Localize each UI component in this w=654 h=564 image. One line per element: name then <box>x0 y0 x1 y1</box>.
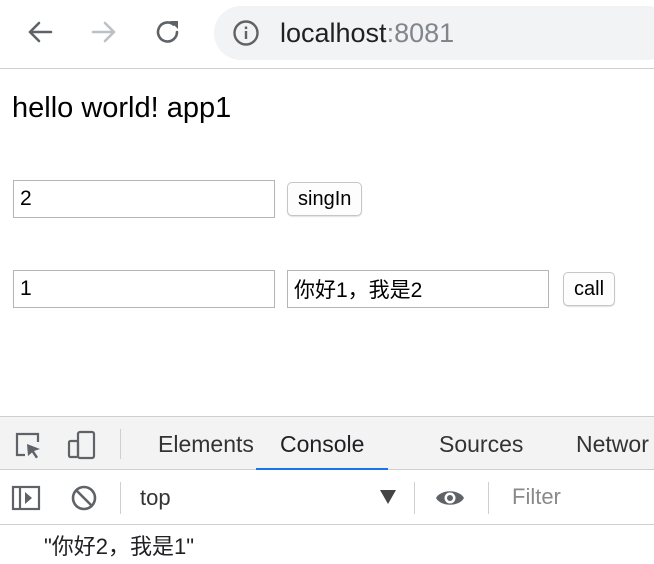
toolbar-divider <box>488 482 489 514</box>
signin-id-input[interactable] <box>13 180 275 218</box>
devtools-panel: Elements Console Sources Networ top "你好2… <box>0 416 654 564</box>
tab-network[interactable]: Networ <box>576 417 649 471</box>
tab-console[interactable]: Console <box>256 417 389 471</box>
url-host: localhost <box>280 18 387 48</box>
reload-button[interactable] <box>150 14 186 50</box>
page-heading: hello world! app1 <box>12 92 232 124</box>
tab-sources[interactable]: Sources <box>439 417 523 471</box>
page-content: hello world! app1 singIn call <box>0 69 654 415</box>
toolbar-divider <box>414 482 415 514</box>
console-filter-input[interactable] <box>504 476 654 518</box>
devtools-tabbar: Elements Console Sources Networ <box>0 416 654 471</box>
console-toolbar: top <box>0 470 654 525</box>
chevron-down-icon[interactable] <box>380 490 396 504</box>
arrow-right-icon <box>91 21 116 43</box>
url-text: localhost:8081 <box>280 19 454 47</box>
tab-elements[interactable]: Elements <box>158 417 254 471</box>
device-toggle-icon[interactable] <box>66 429 98 461</box>
toolbar-divider <box>120 429 121 459</box>
forward-button[interactable] <box>86 14 122 50</box>
toolbar-divider <box>120 482 121 514</box>
reload-icon <box>156 21 179 43</box>
url-port: :8081 <box>386 18 455 48</box>
back-button[interactable] <box>22 14 58 50</box>
address-bar[interactable]: localhost:8081 <box>214 6 654 60</box>
call-target-input[interactable] <box>13 270 275 308</box>
signin-button[interactable]: singIn <box>287 182 363 216</box>
arrow-left-icon <box>28 21 53 43</box>
call-button[interactable]: call <box>563 272 616 306</box>
show-sidebar-icon[interactable] <box>10 482 42 514</box>
console-log-message: "你好2，我是1" <box>44 534 195 559</box>
call-message-input[interactable] <box>287 270 549 308</box>
browser-toolbar: localhost:8081 <box>0 0 654 69</box>
eye-icon[interactable] <box>434 482 466 514</box>
clear-console-icon[interactable] <box>68 482 100 514</box>
info-icon[interactable] <box>232 19 260 47</box>
context-selector[interactable]: top <box>140 470 171 525</box>
inspect-element-icon[interactable] <box>12 429 44 461</box>
